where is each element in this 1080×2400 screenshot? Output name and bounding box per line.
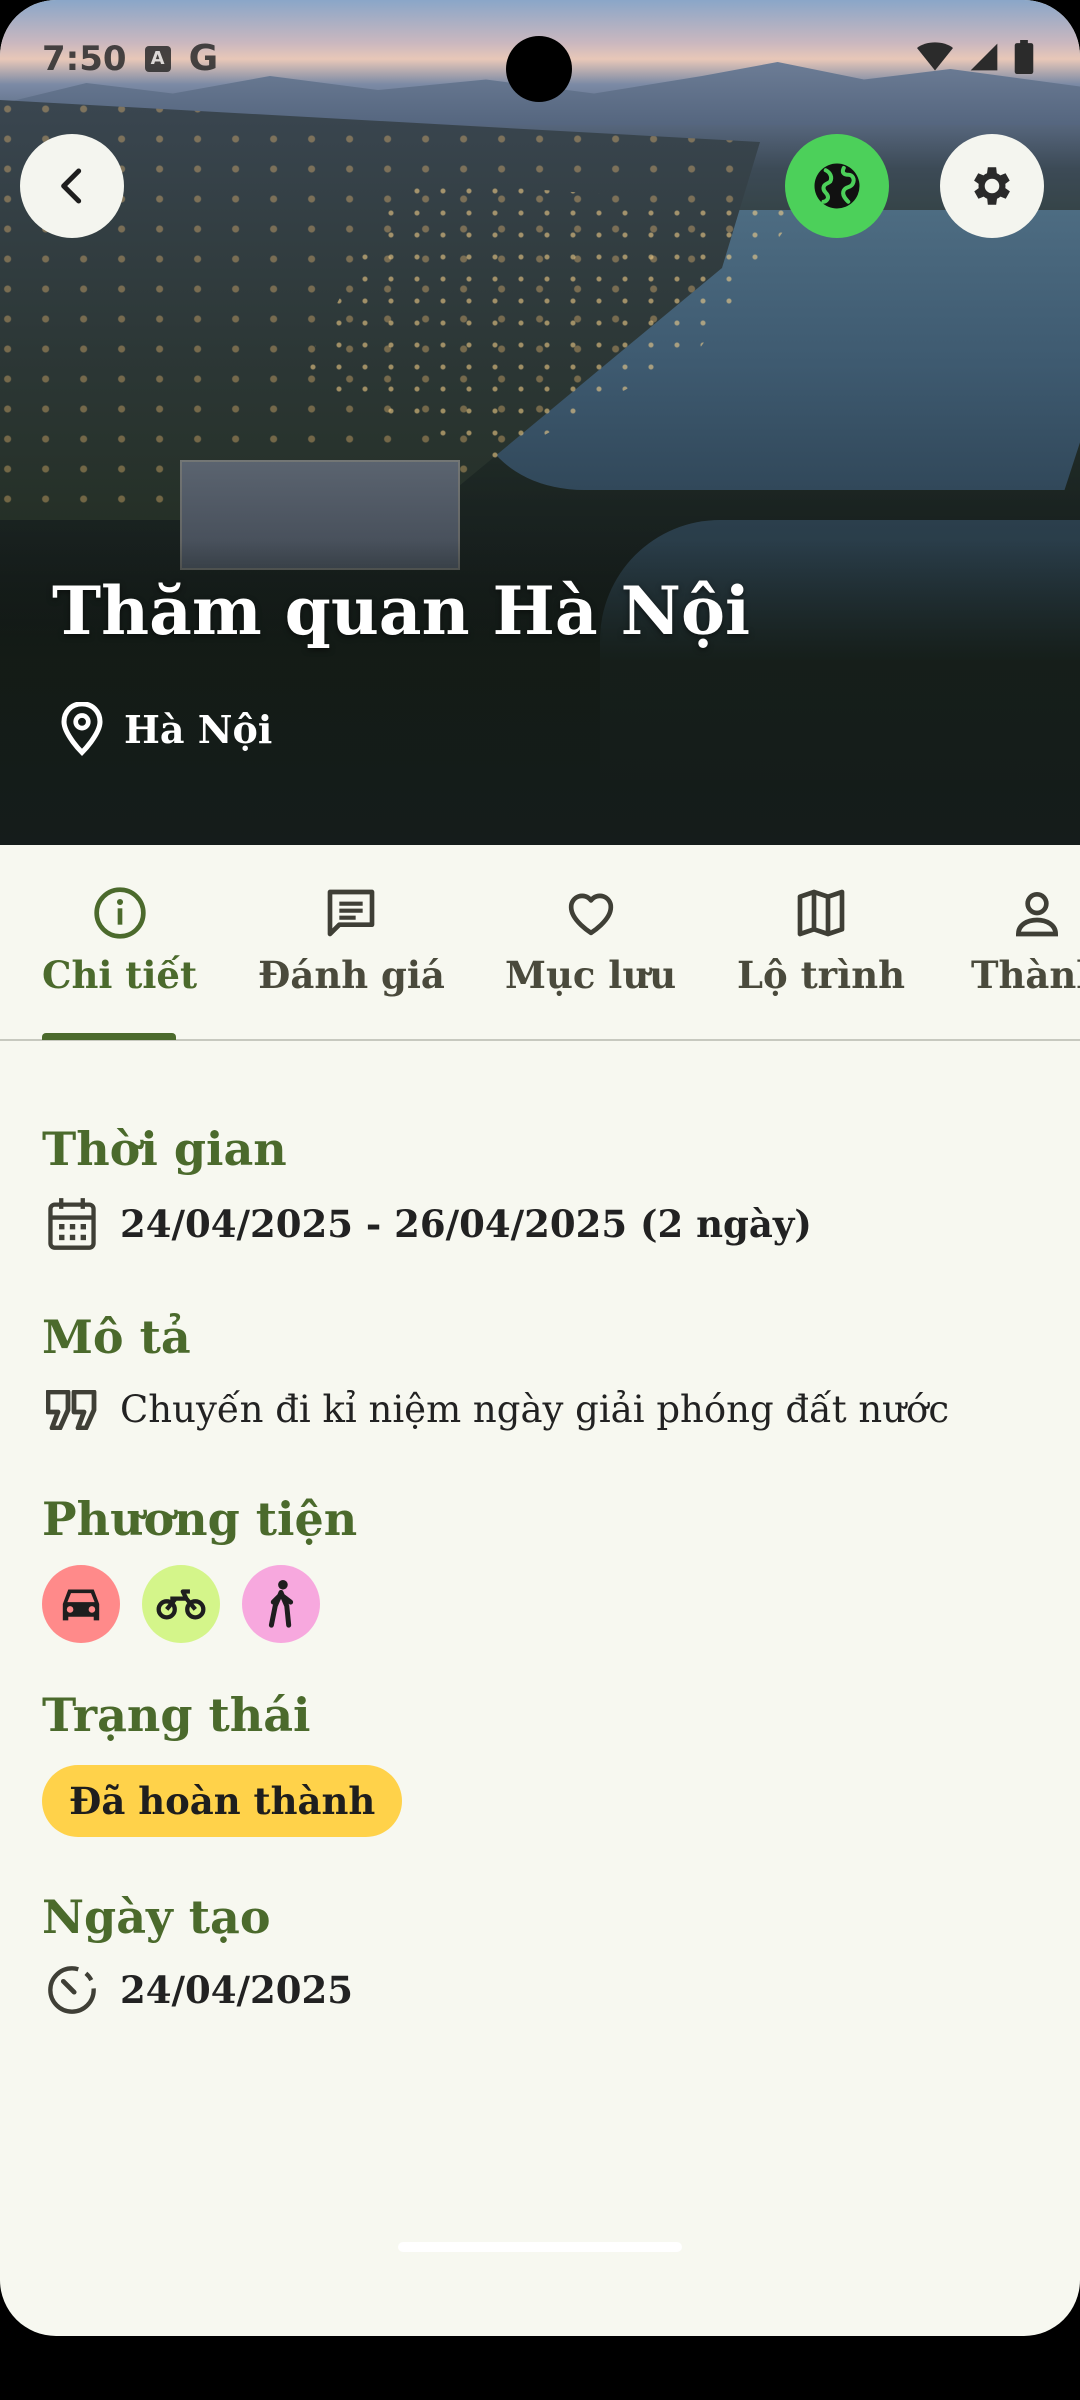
arrow-back-icon: [61, 168, 82, 204]
time-value: 24/04/2025 - 26/04/2025 (2 ngày): [120, 1202, 812, 1246]
vehicle-car: [42, 1565, 120, 1643]
camera-cutout: [506, 36, 572, 102]
status-bar: 7:50 A G: [42, 38, 218, 79]
signal-icon: [970, 43, 998, 71]
tab-label: Lộ trình: [737, 953, 906, 997]
created-section-title: Ngày tạo: [42, 1890, 271, 1944]
motorbike-icon: [156, 1589, 206, 1620]
tab-members[interactable]: Thành: [971, 885, 1080, 997]
google-icon: G: [188, 38, 219, 79]
calendar-icon: [48, 1198, 96, 1250]
tab-bar: Chi tiết Đánh giá Mục lưu Lộ trình Thành: [0, 845, 1080, 1041]
time-section-title: Thời gian: [42, 1122, 287, 1176]
battery-icon: [1014, 40, 1034, 74]
home-indicator[interactable]: [398, 2242, 682, 2252]
tab-label: Đánh giá: [258, 953, 445, 997]
globe-icon: [814, 163, 860, 209]
settings-button[interactable]: [940, 134, 1044, 238]
public-visibility-button[interactable]: [785, 134, 889, 238]
active-tab-indicator: [42, 1033, 176, 1040]
tab-details[interactable]: Chi tiết: [42, 885, 197, 997]
clock-history-icon: [48, 1966, 96, 2014]
vehicle-motorbike: [142, 1565, 220, 1643]
time-row: 24/04/2025 - 26/04/2025 (2 ngày): [46, 1196, 812, 1252]
description-section-title: Mô tả: [42, 1310, 191, 1364]
quote-icon: [46, 1389, 97, 1430]
created-row: 24/04/2025: [46, 1964, 353, 2016]
info-icon: [93, 887, 146, 939]
heart-icon: [568, 893, 613, 936]
car-icon: [62, 1589, 100, 1621]
status-badge: Đã hoàn thành: [42, 1765, 403, 1837]
location-label: Hà Nội: [124, 706, 273, 752]
notification-icon: A: [144, 45, 171, 72]
tab-saved[interactable]: Mục lưu: [505, 885, 676, 997]
comment-icon: [328, 889, 375, 937]
status-section-title: Trạng thái: [42, 1688, 311, 1742]
map-icon: [797, 889, 845, 937]
trip-location: Hà Nội: [60, 702, 272, 756]
tab-reviews[interactable]: Đánh giá: [258, 885, 445, 997]
tab-label: Thành: [971, 953, 1080, 997]
tab-label: Chi tiết: [42, 953, 198, 997]
system-icons: [916, 40, 1034, 74]
location-pin-icon: [61, 702, 103, 756]
person-icon: [1016, 892, 1059, 937]
created-value: 24/04/2025: [120, 1968, 353, 2012]
back-button[interactable]: [20, 134, 124, 238]
trip-title: Thăm quan Hà Nội: [52, 572, 751, 650]
vehicles-section-title: Phương tiện: [42, 1492, 358, 1546]
app-screen: 7:50 A G Thăm quan Hà Nội Hà Nội Chi tiế…: [0, 0, 1080, 2336]
description-value: Chuyến đi kỉ niệm ngày giải phóng đất nư…: [120, 1388, 950, 1431]
wifi-icon: [917, 42, 953, 71]
walk-icon: [268, 1579, 294, 1628]
gear-icon: [974, 167, 1010, 205]
vehicle-walking: [242, 1565, 320, 1643]
status-time: 7:50: [42, 38, 127, 79]
tab-itinerary[interactable]: Lộ trình: [737, 885, 905, 997]
tab-label: Mục lưu: [505, 953, 677, 997]
description-row: Chuyến đi kỉ niệm ngày giải phóng đất nư…: [46, 1388, 949, 1431]
